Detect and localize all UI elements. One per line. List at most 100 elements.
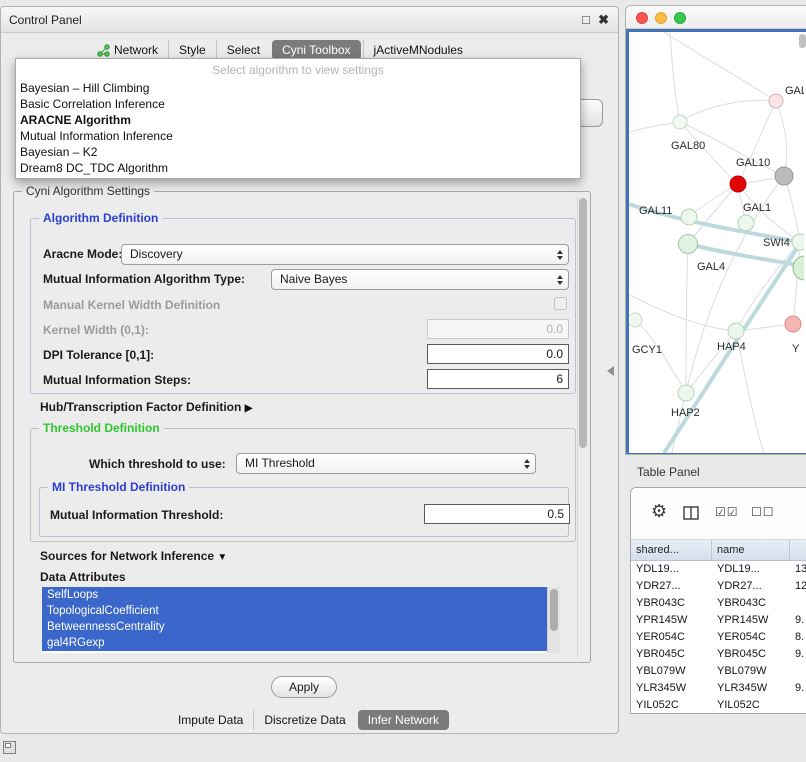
mi-type-combobox[interactable]: Naive Bayes bbox=[271, 269, 569, 290]
table-row[interactable]: YLR345W YLR345W 9. bbox=[631, 680, 806, 697]
zoom-traffic-light[interactable] bbox=[674, 12, 686, 24]
tab-style[interactable]: Style bbox=[168, 40, 216, 60]
close-window-button[interactable]: ✖ bbox=[598, 12, 609, 28]
sources-toggle[interactable]: Sources for Network Inference ▼ bbox=[40, 549, 227, 565]
tab-cyni-toolbox[interactable]: Cyni Toolbox bbox=[272, 40, 360, 60]
cell[interactable]: YBR045C bbox=[712, 646, 790, 663]
tab-select[interactable]: Select bbox=[216, 40, 270, 60]
select-all-icon[interactable]: ☑☑ bbox=[715, 505, 739, 519]
tab-jactivemnodules[interactable]: jActiveMNodules bbox=[363, 40, 473, 60]
table-row[interactable]: YDL19... YDL19... 13 bbox=[631, 561, 806, 578]
settings-scrollbar[interactable] bbox=[577, 196, 588, 658]
kernel-width-field[interactable]: 0.0 bbox=[427, 319, 569, 339]
cell[interactable]: YER054C bbox=[631, 629, 712, 646]
cell[interactable]: 12 bbox=[790, 578, 806, 595]
columns-icon[interactable] bbox=[683, 506, 699, 520]
dropdown-item-dream8[interactable]: Dream8 DC_TDC Algorithm bbox=[16, 160, 580, 176]
cell[interactable] bbox=[790, 663, 806, 680]
close-traffic-light[interactable] bbox=[636, 12, 648, 24]
cell[interactable]: YER054C bbox=[712, 629, 790, 646]
cell[interactable]: YDL19... bbox=[631, 561, 712, 578]
table-row[interactable]: YDR27... YDR27... 12 bbox=[631, 578, 806, 595]
cell[interactable]: YLR345W bbox=[712, 680, 790, 697]
network-window-titlebar bbox=[626, 6, 806, 29]
dropdown-item-mutual-information[interactable]: Mutual Information Inference bbox=[16, 128, 580, 144]
attributes-scrollbar[interactable] bbox=[547, 587, 560, 653]
settings-scrollbar-thumb[interactable] bbox=[579, 198, 587, 448]
cell[interactable]: YBL079W bbox=[712, 663, 790, 680]
cell[interactable]: YDL19... bbox=[712, 561, 790, 578]
dropdown-item-basic-correlation[interactable]: Basic Correlation Inference bbox=[16, 96, 580, 112]
cell[interactable]: YIL052C bbox=[631, 697, 712, 714]
restore-panel-icon[interactable] bbox=[3, 741, 16, 754]
column-header-shared-name[interactable]: shared... bbox=[631, 540, 712, 560]
cell[interactable]: 13 bbox=[790, 561, 806, 578]
float-window-button[interactable]: □ bbox=[582, 12, 590, 27]
hub-definition-toggle[interactable]: Hub/Transcription Factor Definition ▶ bbox=[40, 400, 252, 416]
cell[interactable]: YLR345W bbox=[631, 680, 712, 697]
attribute-item-gal4rgexp[interactable]: gal4RGexp bbox=[42, 635, 547, 651]
mi-steps-field[interactable]: 6 bbox=[427, 369, 569, 389]
attribute-item-betweennesscentrality[interactable]: BetweennessCentrality bbox=[42, 619, 547, 635]
network-tab-icon bbox=[97, 44, 110, 57]
network-view[interactable]: GAL GAL80 GAL10 GAL11 GAL1 SWI4 GAL4 GCY… bbox=[626, 29, 806, 455]
cell[interactable]: 9. bbox=[790, 680, 806, 697]
table-row[interactable]: YBR045C YBR045C 9. bbox=[631, 646, 806, 663]
mi-threshold-field[interactable]: 0.5 bbox=[424, 504, 570, 524]
dropdown-item-bayesian-k2[interactable]: Bayesian – K2 bbox=[16, 144, 580, 160]
cell[interactable] bbox=[790, 595, 806, 612]
sources-label: Sources for Network Inference bbox=[40, 549, 214, 563]
table-row[interactable]: YBL079W YBL079W bbox=[631, 663, 806, 680]
network-node bbox=[775, 167, 793, 185]
mi-threshold-definition-group: MI Threshold Definition Mutual Informati… bbox=[39, 487, 569, 537]
network-scrollbar-thumb[interactable] bbox=[799, 34, 806, 48]
desktop: Control Panel □ ✖ Network Style Select C… bbox=[0, 0, 806, 762]
network-canvas[interactable]: GAL GAL80 GAL10 GAL11 GAL1 SWI4 GAL4 GCY… bbox=[629, 32, 804, 453]
cell[interactable]: YDR27... bbox=[712, 578, 790, 595]
tab-infer-network[interactable]: Infer Network bbox=[358, 710, 449, 730]
which-threshold-combobox[interactable]: MI Threshold bbox=[236, 453, 536, 474]
node-label: GAL1 bbox=[743, 202, 771, 214]
cell[interactable]: YBL079W bbox=[631, 663, 712, 680]
manual-kernel-label: Manual Kernel Width Definition bbox=[43, 298, 220, 312]
tab-network[interactable]: Network bbox=[87, 40, 168, 60]
minimize-traffic-light[interactable] bbox=[655, 12, 667, 24]
dpi-tolerance-field[interactable]: 0.0 bbox=[427, 344, 569, 364]
tab-discretize-data[interactable]: Discretize Data bbox=[253, 710, 355, 730]
cell[interactable]: 9. bbox=[790, 646, 806, 663]
cell[interactable]: YBR043C bbox=[712, 595, 790, 612]
apply-button[interactable]: Apply bbox=[271, 676, 337, 698]
cell[interactable]: YIL052C bbox=[712, 697, 790, 714]
cell[interactable]: 9. bbox=[790, 612, 806, 629]
window-title: Control Panel bbox=[9, 13, 82, 27]
attribute-item-selfloops[interactable]: SelfLoops bbox=[42, 587, 547, 603]
cell[interactable]: YBR043C bbox=[631, 595, 712, 612]
table-row[interactable]: YIL052C YIL052C bbox=[631, 697, 806, 714]
deselect-all-icon[interactable]: ☐☐ bbox=[751, 505, 775, 519]
cell[interactable] bbox=[790, 697, 806, 714]
cell[interactable]: YPR145W bbox=[631, 612, 712, 629]
settings-group-title: Cyni Algorithm Settings bbox=[22, 184, 154, 198]
column-header-name[interactable]: name bbox=[712, 540, 790, 560]
which-threshold-value: MI Threshold bbox=[245, 456, 315, 470]
tab-impute-data[interactable]: Impute Data bbox=[168, 710, 253, 730]
table-row[interactable]: YPR145W YPR145W 9. bbox=[631, 612, 806, 629]
dropdown-item-bayesian-hill-climbing[interactable]: Bayesian – Hill Climbing bbox=[16, 80, 580, 96]
dropdown-item-aracne[interactable]: ARACNE Algorithm bbox=[16, 112, 580, 128]
splitter-collapse-icon[interactable] bbox=[607, 366, 614, 376]
cell[interactable]: YBR045C bbox=[631, 646, 712, 663]
table-row[interactable]: YER054C YER054C 8. bbox=[631, 629, 806, 646]
attributes-scrollbar-thumb[interactable] bbox=[550, 589, 558, 631]
table-row[interactable]: YBR043C YBR043C bbox=[631, 595, 806, 612]
cyni-algorithm-settings-group: Cyni Algorithm Settings Algorithm Defini… bbox=[13, 191, 591, 663]
gear-icon[interactable]: ⚙ bbox=[651, 501, 667, 522]
aracne-mode-combobox[interactable]: Discovery bbox=[121, 244, 569, 265]
network-node bbox=[673, 115, 687, 129]
table-toolbar: ⚙ ☑☑ ☐☐ bbox=[631, 488, 806, 540]
attribute-item-topologicalcoefficient[interactable]: TopologicalCoefficient bbox=[42, 603, 547, 619]
cell[interactable]: YDR27... bbox=[631, 578, 712, 595]
manual-kernel-checkbox[interactable] bbox=[554, 297, 567, 310]
cell[interactable]: 8. bbox=[790, 629, 806, 646]
cell[interactable]: YPR145W bbox=[712, 612, 790, 629]
column-header-extra[interactable] bbox=[790, 540, 806, 560]
